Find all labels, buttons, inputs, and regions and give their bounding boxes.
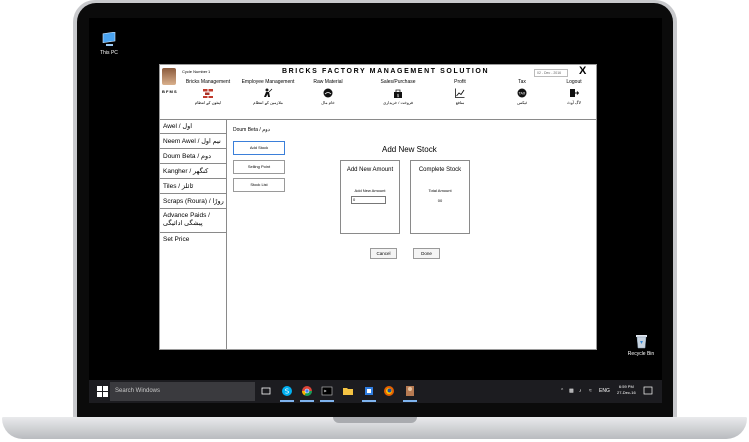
menu-logout[interactable]: Logout لاگ آوٹ <box>544 79 604 105</box>
menu-label-urdu: منافع <box>455 100 465 105</box>
panel-title: Add New Amount <box>346 167 394 173</box>
sidebar-item-set-price[interactable]: Set Price <box>160 233 226 247</box>
sub-panel-title: Doum Beta / دوم <box>233 127 270 133</box>
sidebar-item-advance-paids[interactable]: Advance Paids / پیشگی ادائیگی <box>160 209 226 233</box>
svg-text:$: $ <box>397 93 400 98</box>
menu-label: Bricks Management <box>185 79 231 85</box>
svg-text:TAX: TAX <box>518 92 526 96</box>
date-picker[interactable]: 02 - Dec - 2016 <box>534 69 568 77</box>
menu-label-urdu: اینٹوں کے انتظام <box>194 100 222 105</box>
logout-icon <box>570 89 579 97</box>
skype-icon[interactable]: S <box>281 385 293 397</box>
this-pc-shortcut[interactable]: This PC <box>94 32 124 56</box>
menu-bricks-management[interactable]: Bricks Management اینٹوں کے انتظام <box>178 79 238 105</box>
sidebar-item-awel[interactable]: Awel / اول <box>160 120 226 134</box>
svg-text:S: S <box>285 388 290 396</box>
menu-label-urdu: ملازمین کے انتظام <box>253 100 283 105</box>
bricks-icon <box>203 89 213 98</box>
active-indicator <box>300 400 314 402</box>
close-button[interactable]: X <box>579 65 586 77</box>
language-indicator[interactable]: ENG <box>599 388 610 394</box>
sidebar-item-kangher[interactable]: Kangher / کنگھر <box>160 164 226 179</box>
menu-label-urdu: لاگ آوٹ <box>567 100 581 105</box>
cancel-button[interactable]: Cancel <box>370 248 397 259</box>
category-sidebar: Awel / اول Neem Awel / نیم اول Doum Beta… <box>160 120 227 349</box>
taskbar: Search Windows S ⌃ ▩ ♪ ≈ ENG 6:59 PM 27-… <box>89 380 662 403</box>
active-indicator <box>320 400 334 402</box>
done-button[interactable]: Done <box>413 248 440 259</box>
active-indicator <box>403 400 417 402</box>
cycle-number-value: 1 <box>208 69 211 74</box>
menu-label-urdu: ٹیکس <box>517 100 527 105</box>
total-amount-value: 00 <box>437 198 443 203</box>
amount-label: Add New Amount <box>354 188 386 193</box>
clock-date: 27-Dec-16 <box>617 390 636 395</box>
active-indicator <box>362 400 376 402</box>
menu-label: Tax <box>518 79 526 85</box>
app-header: Cycle Number 1 B F M S BRICKS FACTORY MA… <box>160 65 596 120</box>
coal-icon <box>323 88 333 98</box>
page-title: Add New Stock <box>382 145 437 154</box>
sub-panel: Doum Beta / دوم Add Stock Selling Point … <box>227 120 297 349</box>
menu-sales-purchase[interactable]: Sales/Purchase $ فروخت / خریداری <box>368 79 428 105</box>
tax-icon: TAX <box>517 88 527 98</box>
total-amount-label: Total Amount <box>428 188 452 193</box>
chrome-icon[interactable] <box>301 385 313 397</box>
app-title: BRICKS FACTORY MANAGEMENT SOLUTION <box>282 68 490 75</box>
complete-stock-panel: Complete Stock Total Amount 00 <box>410 160 470 234</box>
menu-label: Raw Material <box>313 79 343 85</box>
menu-label-urdu: فروخت / خریداری <box>383 100 413 105</box>
recycle-bin-icon <box>635 335 647 349</box>
sidebar-item-tiles[interactable]: Tiles / ٹائلز <box>160 179 226 194</box>
cart-icon: $ <box>394 89 402 98</box>
avatar <box>162 68 176 85</box>
terminal-icon[interactable] <box>321 385 333 397</box>
menu-profit[interactable]: Profit منافع <box>430 79 490 105</box>
volume-icon[interactable]: ♪ <box>579 388 582 394</box>
menu-raw-material[interactable]: Raw Material خام مال <box>298 79 358 105</box>
recycle-bin-shortcut[interactable]: Recycle Bin <box>623 334 659 357</box>
menu-tax[interactable]: Tax TAX ٹیکس <box>492 79 552 105</box>
clock[interactable]: 6:59 PM 27-Dec-16 <box>617 384 636 396</box>
chevron-up-icon[interactable]: ⌃ <box>560 388 564 394</box>
sidebar-item-doum-beta[interactable]: Doum Beta / دوم <box>160 149 226 164</box>
amount-input[interactable]: 0 <box>351 196 386 204</box>
app-taskbar-icon[interactable] <box>404 385 416 397</box>
laptop-notch <box>333 417 417 423</box>
store-icon[interactable] <box>363 385 375 397</box>
menu-label: Employee Management <box>241 79 295 85</box>
menu-employee-management[interactable]: Employee Management ملازمین کے انتظام <box>238 79 298 105</box>
worker-icon <box>264 88 273 97</box>
chart-up-icon <box>455 88 465 98</box>
recycle-bin-label: Recycle Bin <box>627 351 655 357</box>
search-input[interactable]: Search Windows <box>110 382 255 401</box>
wifi-icon[interactable]: ≈ <box>589 388 592 394</box>
windows-start-icon[interactable] <box>97 386 108 397</box>
panel-title: Complete Stock <box>418 167 462 173</box>
cycle-number-label: Cycle Number <box>182 69 208 74</box>
stock-list-button[interactable]: Stock List <box>233 178 285 192</box>
firefox-icon[interactable] <box>383 385 395 397</box>
sidebar-item-neem-awel[interactable]: Neem Awel / نیم اول <box>160 134 226 149</box>
menu-label: Logout <box>566 79 582 85</box>
selling-point-button[interactable]: Selling Point <box>233 160 285 174</box>
bfms-label: B F M S <box>162 89 177 94</box>
notification-icon[interactable] <box>643 386 653 396</box>
menu-label: Sales/Purchase <box>380 79 416 85</box>
sidebar-item-scraps[interactable]: Scraps (Roura) / روڑا <box>160 194 226 209</box>
menu-label: Profit <box>454 79 466 85</box>
active-indicator <box>280 400 294 402</box>
app-window: Cycle Number 1 B F M S BRICKS FACTORY MA… <box>159 64 597 350</box>
add-new-amount-panel: Add New Amount Add New Amount 0 <box>340 160 400 234</box>
network-icon[interactable]: ▩ <box>569 388 574 394</box>
task-view-icon[interactable] <box>260 385 272 397</box>
menu-label-urdu: خام مال <box>321 100 335 105</box>
add-stock-button[interactable]: Add Stock <box>233 141 285 155</box>
this-pc-label: This PC <box>100 50 118 56</box>
folder-icon[interactable] <box>342 385 354 397</box>
computer-icon <box>102 32 116 46</box>
desktop-screen: This PC Recycle Bin Cycle Number 1 B F M… <box>89 18 662 403</box>
